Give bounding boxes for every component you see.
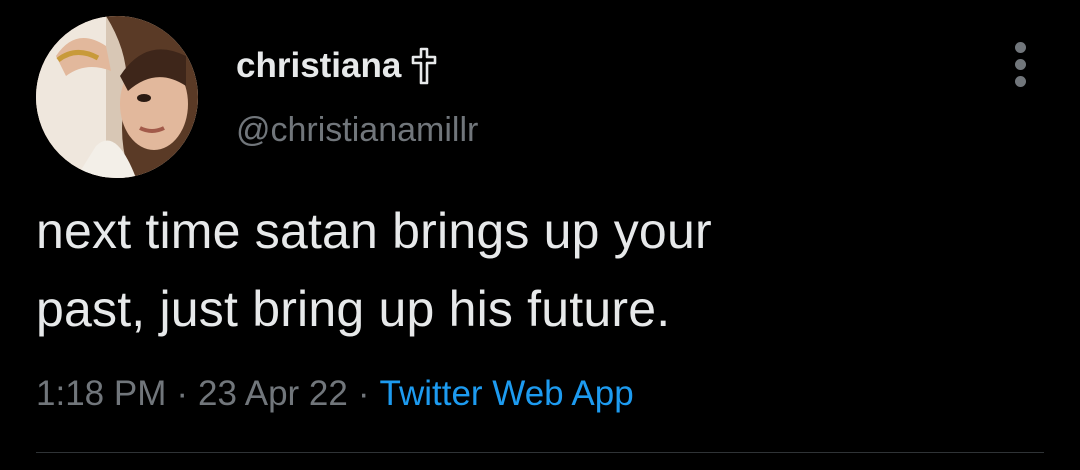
more-dot	[1015, 76, 1026, 87]
author-name-row: christiana	[236, 44, 437, 88]
tweet-text: next time satan brings up your past, jus…	[36, 192, 1046, 348]
tweet-text-line: next time satan brings up your	[36, 203, 712, 259]
more-dot	[1015, 59, 1026, 70]
tweet-time[interactable]: 1:18 PM	[36, 374, 166, 413]
tweet-source-link[interactable]: Twitter Web App	[380, 374, 634, 413]
tweet-card: christiana @christianamillr next time sa…	[0, 0, 1080, 470]
meta-separator: ·	[357, 374, 370, 413]
user-handle[interactable]: @christianamillr	[236, 108, 478, 152]
tweet-text-line: past, just bring up his future.	[36, 281, 671, 337]
display-name[interactable]: christiana	[236, 44, 401, 88]
avatar-photo	[36, 16, 198, 178]
divider	[36, 452, 1044, 453]
meta-separator: ·	[176, 374, 189, 413]
tweet-date[interactable]: 23 Apr 22	[198, 374, 348, 413]
cross-icon	[411, 47, 437, 85]
avatar[interactable]	[36, 16, 198, 178]
more-dot	[1015, 42, 1026, 53]
tweet-meta: 1:18 PM · 23 Apr 22 · Twitter Web App	[36, 366, 634, 422]
more-options-icon[interactable]	[1006, 40, 1036, 88]
